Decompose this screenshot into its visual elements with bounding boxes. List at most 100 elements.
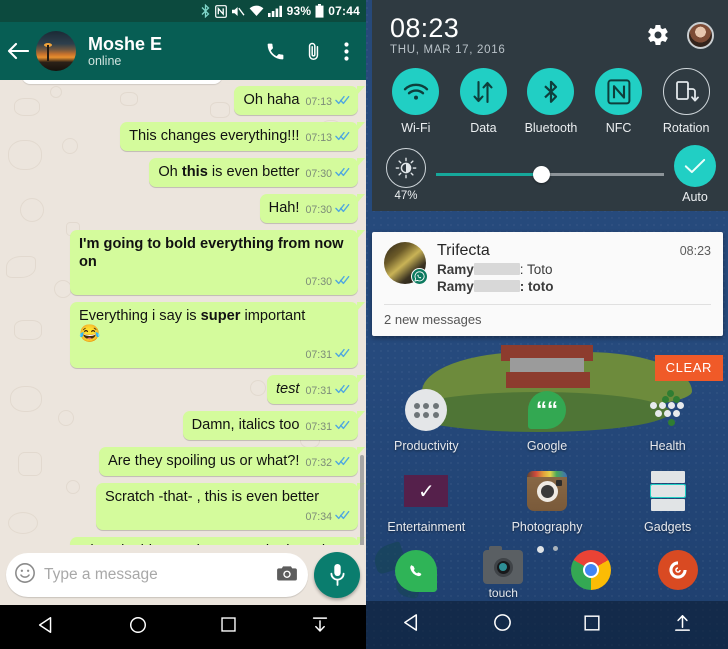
app-productivity[interactable]: Productivity xyxy=(366,388,487,453)
chat-message-area[interactable]: Oh haha 07:13 This changes everything!!! xyxy=(0,80,366,545)
dock-pocketcasts[interactable] xyxy=(635,550,723,600)
brightness-slider[interactable] xyxy=(436,164,664,186)
tile-bluetooth[interactable]: Bluetooth xyxy=(517,68,585,135)
message-bubble[interactable]: I'm going to bold everything from now on… xyxy=(70,230,365,295)
message-time: 07:32 xyxy=(305,457,332,469)
instagram-icon xyxy=(525,469,569,513)
notification-message: : Toto xyxy=(519,262,553,277)
chat-scrollbar[interactable] xyxy=(360,455,364,545)
message-text: Are they spoiling us or what?! xyxy=(108,453,300,469)
message-bubble[interactable]: Oh haha 07:13 xyxy=(234,86,365,115)
tile-nfc[interactable]: NFC xyxy=(585,68,653,135)
app-row-1: Productivity ““ Google Health xyxy=(366,388,728,453)
auto-label: Auto xyxy=(682,190,708,204)
message-bubble[interactable]: Damn, italics too 07:31 xyxy=(182,411,366,440)
nav-home-circle-icon[interactable] xyxy=(492,612,513,638)
redacted-block xyxy=(473,263,520,275)
read-receipt-icon xyxy=(335,129,350,147)
message-bubble[interactable]: Scratch -that- , this is even better 07:… xyxy=(96,483,365,530)
message-meta: 07:34 xyxy=(305,508,350,526)
brightness-icon[interactable] xyxy=(386,147,426,188)
gear-icon[interactable] xyxy=(641,23,675,47)
check-icon xyxy=(674,145,716,187)
app-photography[interactable]: Photography xyxy=(487,469,608,534)
notification-line: Ramy : toto xyxy=(437,279,711,294)
message-text: Hah! xyxy=(268,200,300,216)
whatsapp-icon xyxy=(394,550,437,592)
dock-chrome[interactable] xyxy=(547,550,635,600)
read-receipt-icon xyxy=(335,418,350,436)
contact-avatar[interactable] xyxy=(36,31,76,71)
whatsapp-icon xyxy=(411,268,428,285)
redacted-block xyxy=(473,280,520,292)
message-text: Everything i say is super important 😂 xyxy=(79,308,306,343)
overflow-menu-button[interactable] xyxy=(334,31,358,71)
nav-recents-square-icon[interactable] xyxy=(582,613,602,638)
message-input-bar: Type a message xyxy=(0,545,366,605)
slider-knob[interactable] xyxy=(532,166,550,183)
tile-data[interactable]: Data xyxy=(450,68,518,135)
notification-message: : toto xyxy=(519,279,554,294)
message-input-container[interactable]: Type a message xyxy=(6,553,308,597)
nav-hide-keyboard-icon[interactable] xyxy=(310,615,330,640)
message-time: 07:30 xyxy=(305,204,332,216)
message-bubble[interactable]: This changes everything!!! 07:13 xyxy=(120,122,365,151)
message-input-placeholder[interactable]: Type a message xyxy=(44,566,268,584)
nav-back-triangle-icon[interactable] xyxy=(36,615,56,640)
wallpaper-building-base xyxy=(506,372,590,388)
auto-brightness-toggle[interactable]: Auto xyxy=(674,145,716,204)
call-button[interactable] xyxy=(258,31,292,71)
camera-icon[interactable] xyxy=(276,564,298,587)
app-google[interactable]: ““ Google xyxy=(487,388,608,453)
app-gadgets[interactable]: Gadgets xyxy=(607,469,728,534)
message-meta: 07:13 xyxy=(305,93,350,111)
battery-percent-label: 93% xyxy=(286,4,312,18)
contact-status: online xyxy=(88,53,122,68)
tile-label: NFC xyxy=(605,121,632,135)
notification-body: Trifecta 08:23 Ramy : Toto Ramy : toto xyxy=(437,242,711,294)
home-dock: touch xyxy=(366,546,728,600)
dock-camera[interactable]: touch xyxy=(460,546,548,600)
dock-whatsapp[interactable] xyxy=(372,550,460,600)
message-bubble[interactable]: Everything i say is super important 😂 07… xyxy=(70,302,365,368)
notification-sender: Ramy xyxy=(437,279,474,294)
nav-recents-square-icon[interactable] xyxy=(219,615,238,639)
back-button[interactable] xyxy=(4,31,32,71)
message-bubble[interactable]: Hah! 07:30 xyxy=(259,194,366,223)
notification-sender: Ramy xyxy=(437,262,474,277)
message-bubble[interactable]: test 07:31 xyxy=(266,375,366,404)
message-bubble[interactable]: Oh this is even better 07:30 xyxy=(149,158,365,187)
tile-label: Rotation xyxy=(662,121,710,135)
app-entertainment[interactable]: ✓ Entertainment xyxy=(366,469,487,534)
chrome-icon xyxy=(570,550,611,590)
nfc-icon xyxy=(214,4,227,18)
message-bubble[interactable]: Are they spoiling us or what?! 07:32 xyxy=(99,447,365,476)
nav-back-triangle-icon[interactable] xyxy=(401,612,422,638)
tile-rotation[interactable]: Rotation xyxy=(652,68,720,135)
attach-button[interactable] xyxy=(296,31,330,71)
message-text: Damn, italics too xyxy=(191,417,300,433)
hangouts-icon: ““ xyxy=(525,388,569,432)
tile-label: Bluetooth xyxy=(524,121,578,135)
signal-icon xyxy=(267,5,283,17)
tile-wifi[interactable]: Wi-Fi xyxy=(382,68,450,135)
read-receipt-icon xyxy=(335,382,350,400)
notification-card[interactable]: Trifecta 08:23 Ramy: Toto Ramy: toto 2 n… xyxy=(372,232,723,336)
clock-block[interactable]: 08:23 THU, MAR 17, 2016 xyxy=(390,13,641,58)
home-screen-apps: Productivity ““ Google Health ✓ Entertai… xyxy=(366,388,728,553)
app-health[interactable]: Health xyxy=(607,388,728,453)
message-bubble[interactable]: Oh wait, this one doesn't work, dammit 0… xyxy=(70,537,365,545)
android-status-bar: 93% 07:44 xyxy=(0,0,366,22)
voice-record-button[interactable] xyxy=(314,552,360,598)
clear-notifications-button[interactable]: CLEAR xyxy=(654,355,723,381)
message-time: 07:31 xyxy=(305,349,332,361)
user-avatar-icon[interactable] xyxy=(687,21,714,49)
smiley-icon[interactable] xyxy=(14,562,36,589)
notification-header: Trifecta 08:23 xyxy=(437,242,711,260)
contact-info[interactable]: Moshe E online xyxy=(80,34,254,69)
nav-share-up-icon[interactable] xyxy=(672,612,693,638)
android-quicksettings-panel: 08:23 THU, MAR 17, 2016 Wi-Fi Data Bluet… xyxy=(366,0,728,649)
message-text: I'm going to bold everything from now on xyxy=(79,236,348,270)
status-bar-clock: 07:44 xyxy=(328,4,360,18)
nav-home-circle-icon[interactable] xyxy=(128,615,148,640)
